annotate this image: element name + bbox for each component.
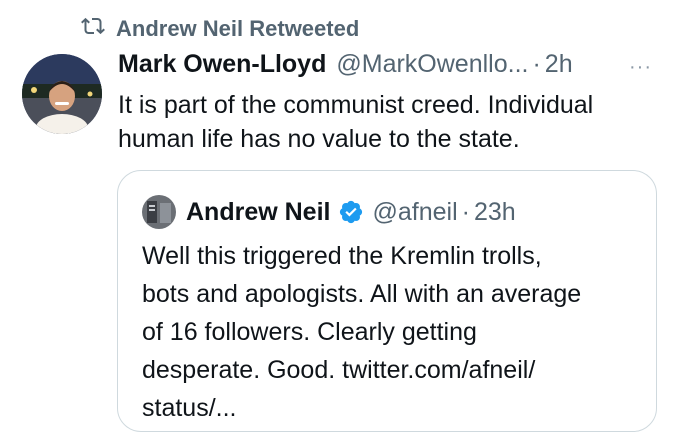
quoted-text-line: desperate. Good. twitter.com/afneil/: [142, 356, 536, 384]
quoted-tweet-text: Well this triggered the Kremlin trolls, …: [142, 237, 642, 427]
separator-dot: ·: [532, 50, 541, 78]
quoted-text-line: of 16 followers. Clearly getting: [142, 318, 477, 346]
tweet-time[interactable]: 2h: [545, 50, 573, 79]
quoted-text-line: Well this triggered the Kremlin trolls,: [142, 242, 542, 270]
more-options-icon[interactable]: ···: [629, 56, 652, 79]
quoted-avatar[interactable]: [142, 195, 176, 229]
verified-badge-icon: [340, 200, 363, 224]
avatar[interactable]: [22, 54, 102, 134]
retweet-indicator[interactable]: Andrew Neil Retweeted: [80, 14, 359, 44]
quoted-tweet[interactable]: Andrew Neil @afneil · 23h Well this trig…: [117, 170, 657, 432]
quoted-text-line: bots and apologists. All with an average: [142, 280, 582, 308]
quoted-tweet-time[interactable]: 23h: [474, 198, 516, 227]
quoted-tweet-header: Andrew Neil @afneil · 23h: [142, 195, 516, 229]
tweet-text: It is part of the communist creed. Indiv…: [118, 91, 594, 153]
quoted-separator-dot: ·: [461, 197, 470, 226]
quoted-author-name[interactable]: Andrew Neil: [186, 198, 330, 227]
retweet-label: Andrew Neil Retweeted: [116, 16, 360, 41]
tweet-header: Mark Owen-Lloyd @MarkOwenllo... · 2h: [118, 50, 660, 79]
quoted-author-handle[interactable]: @afneil: [372, 198, 457, 227]
author-name[interactable]: Mark Owen-Lloyd: [118, 50, 326, 79]
quoted-text-line: status/...: [142, 394, 237, 422]
author-handle[interactable]: @MarkOwenllo...: [336, 50, 528, 79]
retweet-icon: [80, 14, 106, 44]
